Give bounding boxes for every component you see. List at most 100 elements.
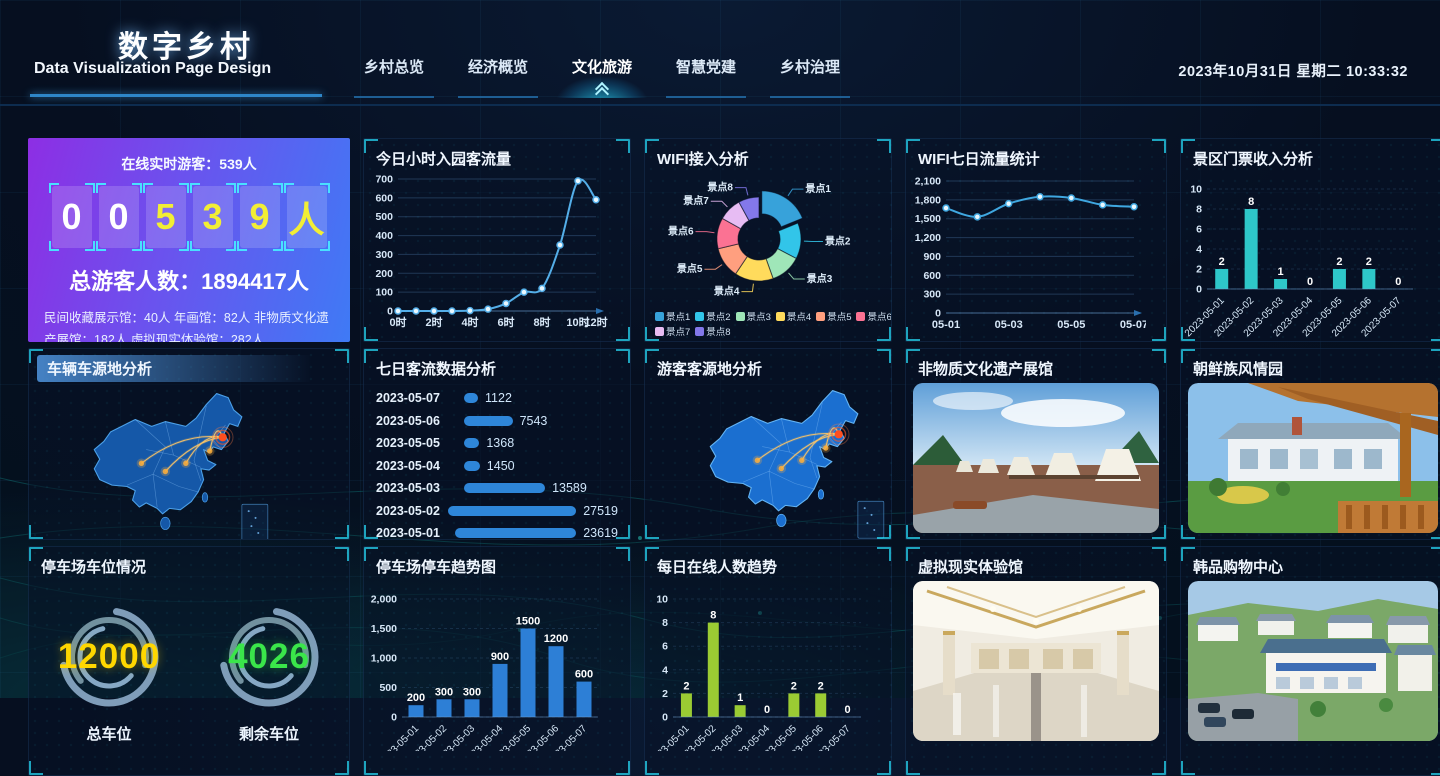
- panel-title: 虚拟现实体验馆: [918, 556, 1154, 577]
- tab-label: 经济概览: [446, 56, 550, 80]
- photo-panel-korean-garden: 朝鲜族风情园: [1180, 348, 1440, 540]
- svg-text:6时: 6时: [497, 315, 514, 329]
- nav-tab-5[interactable]: 乡村治理: [758, 56, 862, 98]
- legend-item[interactable]: 景点5: [816, 309, 851, 323]
- flip-digit: 9: [240, 186, 280, 248]
- legend-item[interactable]: 景点1: [655, 309, 690, 323]
- ticket_income-svg: 024681022023-05-0182023-05-0212023-05-03…: [1181, 171, 1425, 342]
- svg-text:0: 0: [1307, 276, 1313, 288]
- svg-text:900: 900: [491, 651, 509, 663]
- svg-text:1,200: 1,200: [915, 232, 941, 244]
- legend-swatch: [856, 312, 865, 321]
- wifi_week-svg: 03006009001,2001,5001,8002,10005-0105-03…: [906, 171, 1146, 337]
- nav-tab-3[interactable]: 文化旅游: [550, 56, 654, 98]
- row-date: 2023-05-01: [376, 526, 455, 540]
- legend-item[interactable]: 景点6: [856, 309, 891, 323]
- legend-item[interactable]: 景点4: [776, 309, 811, 323]
- svg-text:2: 2: [683, 680, 689, 692]
- daily-online-panel: 每日在线人数趋势 024681022023-05-0182023-05-0212…: [644, 546, 892, 776]
- svg-text:1: 1: [737, 692, 743, 704]
- svg-text:05-07: 05-07: [1120, 319, 1146, 331]
- legend-label: 景点4: [787, 309, 811, 323]
- photo-panel-heritage: 非物质文化遗产展馆: [905, 348, 1167, 540]
- week-flow-row: 2023-05-02 27519: [376, 500, 618, 523]
- nav-tabs: 乡村总览经济概览文化旅游智慧党建乡村治理: [342, 56, 862, 98]
- tab-underline: [354, 96, 434, 98]
- panel-title: 今日小时入园客流量: [376, 148, 618, 169]
- total-spaces-value: 12000: [58, 637, 160, 677]
- row-date: 2023-05-03: [376, 481, 464, 495]
- row-value: 1368: [486, 436, 514, 450]
- svg-text:0: 0: [845, 704, 851, 716]
- svg-text:1,500: 1,500: [915, 213, 941, 225]
- row-bar: [464, 393, 478, 403]
- header-divider: [0, 104, 1440, 106]
- wifi-access-panel: WIFI接入分析 景点1景点2景点3景点4景点5景点6景点7景点8 景点1景点2…: [644, 138, 892, 342]
- svg-text:400: 400: [375, 230, 393, 242]
- svg-text:景点2: 景点2: [825, 234, 851, 247]
- vehicle-origin-map: [29, 384, 349, 540]
- svg-text:4: 4: [1196, 244, 1202, 256]
- daily-online-chart: 024681022023-05-0182023-05-0212023-05-03…: [645, 579, 891, 756]
- svg-text:600: 600: [575, 669, 593, 681]
- row-value: 27519: [583, 504, 618, 518]
- svg-text:600: 600: [375, 192, 393, 204]
- legend-swatch: [776, 312, 785, 321]
- parking-rings: 12000 总车位 4026 剩余车位: [29, 599, 349, 744]
- panel-title: WIFI接入分析: [657, 148, 879, 169]
- svg-text:1500: 1500: [516, 616, 540, 628]
- row-date: 2023-05-02: [376, 504, 448, 518]
- wifi-access-donut: 景点1景点2景点3景点4景点5景点6景点7景点8: [645, 171, 891, 308]
- parking-trend-panel: 停车场停车趋势图 05001,0001,5002,0002002023-05-0…: [363, 546, 631, 776]
- legend-label: 景点6: [867, 309, 891, 323]
- legend-row: 景点7 景点8: [655, 324, 881, 338]
- week-flow-row: 2023-05-067543: [376, 410, 618, 433]
- panel-title: 景区门票收入分析: [1193, 148, 1433, 169]
- svg-text:2,100: 2,100: [915, 176, 941, 188]
- nav-tab-2[interactable]: 经济概览: [446, 56, 550, 98]
- panel-title: 停车场车位情况: [41, 556, 337, 577]
- row-bar: [448, 506, 576, 516]
- daily_online-svg: 024681022023-05-0182023-05-0212023-05-03…: [645, 579, 873, 751]
- svg-text:景点4: 景点4: [714, 285, 740, 298]
- parking-status-panel: 停车场车位情况 12000 总车位 4026 剩余车位: [28, 546, 350, 776]
- svg-text:景点8: 景点8: [707, 181, 733, 194]
- row-date: 2023-05-04: [376, 459, 464, 473]
- total-spaces-gauge: 12000 总车位: [44, 599, 174, 744]
- legend-item[interactable]: 景点8: [695, 324, 730, 338]
- row-date: 2023-05-05: [376, 436, 464, 450]
- dashboard: 数字乡村 Data Visualization Page Design 乡村总览…: [0, 0, 1440, 698]
- legend-item[interactable]: 景点2: [695, 309, 730, 323]
- legend-swatch: [695, 312, 704, 321]
- legend-item[interactable]: 景点7: [655, 324, 690, 338]
- svg-text:1200: 1200: [544, 633, 568, 645]
- legend-label: 景点3: [747, 309, 771, 323]
- svg-text:0: 0: [764, 704, 770, 716]
- tab-underline: [666, 96, 746, 98]
- row-bar: [464, 483, 545, 493]
- week-flow-row: 2023-05-05 1368: [376, 432, 618, 455]
- wifi-week-chart: 03006009001,2001,5001,8002,10005-0105-03…: [906, 171, 1166, 342]
- row-bar: [464, 438, 479, 448]
- svg-text:1: 1: [1278, 266, 1284, 278]
- parking-trend-chart: 05001,0001,5002,0002002023-05-013002023-…: [364, 579, 630, 756]
- panel-title: 非物质文化遗产展馆: [918, 358, 1154, 379]
- tab-label: 乡村总览: [342, 56, 446, 80]
- svg-text:0: 0: [387, 306, 393, 318]
- svg-text:10: 10: [656, 594, 668, 606]
- korean-garden-photo: [1188, 383, 1438, 533]
- parking_trend-svg: 05001,0001,5002,0002002023-05-013002023-…: [364, 579, 610, 751]
- svg-text:300: 300: [435, 686, 453, 698]
- svg-text:1,800: 1,800: [915, 194, 941, 206]
- week-flow-bars: 2023-05-0711222023-05-0675432023-05-0513…: [376, 387, 618, 540]
- svg-text:景点7: 景点7: [683, 194, 709, 207]
- nav-tab-4[interactable]: 智慧党建: [654, 56, 758, 98]
- photo-panel-mall: 韩品购物中心: [1180, 546, 1440, 776]
- online-visitors-label: 在线实时游客：539人: [28, 154, 350, 174]
- svg-text:200: 200: [375, 268, 393, 280]
- legend-item[interactable]: 景点3: [736, 309, 771, 323]
- heritage-photo: [913, 383, 1159, 533]
- nav-tab-1[interactable]: 乡村总览: [342, 56, 446, 98]
- flip-digit: 0: [52, 186, 92, 248]
- svg-text:05-01: 05-01: [932, 319, 960, 331]
